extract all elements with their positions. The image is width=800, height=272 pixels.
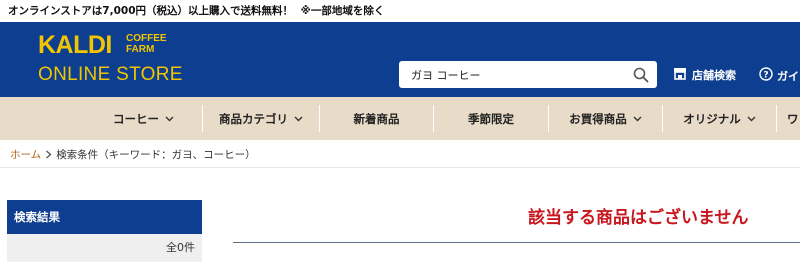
- nav-item-label: ワ: [787, 111, 799, 126]
- main-nav: コーヒー 商品カテゴリ 新着商品 季節限定 お買得商品 オリジナル ワ: [0, 97, 800, 140]
- logo-online-store-text: ONLINE STORE: [38, 64, 183, 85]
- question-circle-icon: ?: [759, 67, 773, 84]
- chevron-right-icon: [46, 150, 52, 159]
- results-divider: [233, 242, 800, 243]
- logo-coffee-text: COFFEE: [126, 33, 167, 44]
- nav-item-category[interactable]: 商品カテゴリ: [203, 97, 319, 140]
- breadcrumb: ホーム 検索条件（キーワード：ガヨ、コーヒー）: [10, 147, 256, 162]
- nav-item-original[interactable]: オリジナル: [663, 97, 776, 140]
- shipping-notice-text: オンラインストアは7,000円（税込）以上購入で送料無料！: [8, 5, 294, 17]
- guide-label: ガイ: [777, 69, 799, 83]
- chevron-down-icon: [165, 116, 174, 121]
- nav-item-label: コーヒー: [113, 111, 159, 126]
- search-box: [399, 61, 657, 88]
- guide-link[interactable]: ? ガイ: [759, 67, 799, 84]
- store-search-label: 店舗検索: [692, 69, 736, 82]
- nav-item-new-arrivals[interactable]: 新着商品: [320, 97, 433, 140]
- store-icon: [673, 67, 687, 83]
- nav-item-coffee[interactable]: コーヒー: [85, 97, 202, 140]
- shipping-notice: オンラインストアは7,000円（税込）以上購入で送料無料！ ※一部地域を除く: [0, 0, 800, 22]
- chevron-down-icon: [294, 116, 303, 121]
- nav-item-bargains[interactable]: お買得商品: [549, 97, 662, 140]
- chevron-down-icon: [633, 116, 642, 121]
- site-header: KALDI COFFEE FARM ONLINE STORE 店舗検索: [0, 22, 800, 97]
- breadcrumb-current: 検索条件（キーワード：ガヨ、コーヒー）: [56, 149, 256, 161]
- chevron-down-icon: [747, 116, 756, 121]
- shipping-notice-note: ※一部地域を除く: [300, 5, 385, 17]
- store-search-link[interactable]: 店舗検索: [673, 67, 736, 83]
- search-icon[interactable]: [633, 67, 649, 83]
- logo-kaldi-text: KALDI: [38, 31, 112, 59]
- no-results-message: 該当する商品はございません: [528, 208, 749, 228]
- search-input[interactable]: [399, 61, 629, 88]
- search-results-heading: 検索結果: [7, 200, 202, 234]
- nav-item-label: お買得商品: [569, 111, 627, 126]
- nav-item-label: 新着商品: [353, 111, 400, 126]
- nav-item-partial[interactable]: ワ: [777, 97, 800, 140]
- result-count: 全0件: [7, 234, 202, 262]
- logo-farm-text: FARM: [126, 44, 155, 55]
- svg-text:?: ?: [763, 71, 768, 81]
- nav-item-label: 季節限定: [468, 111, 514, 126]
- nav-item-label: 商品カテゴリ: [219, 111, 288, 126]
- nav-item-seasonal[interactable]: 季節限定: [434, 97, 548, 140]
- logo-coffee-farm: COFFEE FARM: [126, 33, 186, 55]
- breadcrumb-home-link[interactable]: ホーム: [10, 147, 41, 162]
- breadcrumb-divider: [0, 167, 800, 168]
- nav-item-label: オリジナル: [683, 111, 741, 126]
